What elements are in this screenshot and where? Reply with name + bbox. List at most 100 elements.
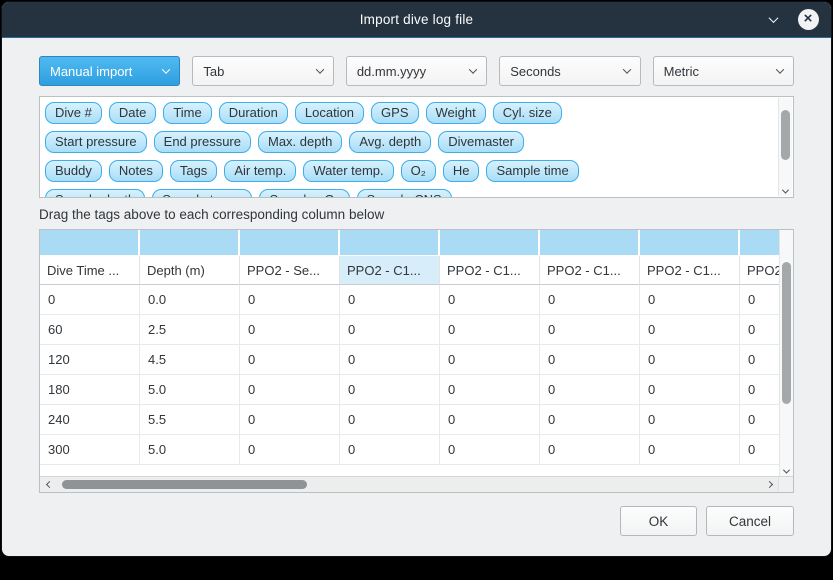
cancel-button[interactable]: Cancel <box>706 506 794 536</box>
drop-target-cell[interactable] <box>440 230 540 256</box>
dialog-buttons: OK Cancel <box>39 506 794 536</box>
scroll-down-arrow[interactable] <box>780 469 793 474</box>
chevron-down-icon <box>469 65 477 73</box>
table-cell: 0 <box>440 405 540 435</box>
table-cell: 0 <box>640 375 740 405</box>
column-header[interactable]: PPO2 - C1... <box>640 256 740 285</box>
column-header[interactable]: Depth (m) <box>140 256 240 285</box>
table-cell: 0 <box>340 345 440 375</box>
scroll-down-arrow[interactable] <box>779 189 792 194</box>
window-title: Import dive log file <box>2 12 831 27</box>
drop-target-cell[interactable] <box>40 230 140 256</box>
tag-location[interactable]: Location <box>295 102 364 124</box>
table-horizontal-scrollbar[interactable] <box>40 476 793 492</box>
table-cell: 0 <box>240 315 340 345</box>
table-viewport: Dive Time ...Depth (m)PPO2 - Se...PPO2 -… <box>40 230 793 476</box>
table-cell: 0 <box>440 375 540 405</box>
table-cell: 0 <box>740 435 779 465</box>
tag-cyl-size[interactable]: Cyl. size <box>493 102 562 124</box>
tag-gps[interactable]: GPS <box>371 102 418 124</box>
preview-table: Dive Time ...Depth (m)PPO2 - Se...PPO2 -… <box>39 229 794 493</box>
tag-weight[interactable]: Weight <box>426 102 486 124</box>
tag-notes[interactable]: Notes <box>109 160 163 182</box>
tag-rows: Dive # Date Time Duration Location GPS Weight C… <box>45 102 773 198</box>
tag-water-temp[interactable]: Water temp. <box>303 160 393 182</box>
table-cell: 0 <box>740 405 779 435</box>
tag-panel: Dive # Date Time Duration Location GPS Weight C… <box>39 96 794 198</box>
table-cell: 0 <box>440 435 540 465</box>
combo-value: Tab <box>203 64 224 79</box>
drop-target-cell[interactable] <box>740 230 779 256</box>
column-header[interactable]: PPO2 - Se... <box>240 256 340 285</box>
tag-duration[interactable]: Duration <box>219 102 288 124</box>
import-options-row: Manual import Tab dd.mm.yyyy Seconds Metric <box>39 56 794 86</box>
tag-sample-depth[interactable]: Sample depth <box>45 189 145 198</box>
tag-o[interactable]: O₂ <box>401 160 436 182</box>
chevron-down-icon <box>782 187 789 194</box>
tag-avg-depth[interactable]: Avg. depth <box>349 131 431 153</box>
chevron-right-icon <box>765 481 772 488</box>
scrollbar-thumb[interactable] <box>782 262 791 404</box>
shade-button[interactable] <box>762 9 784 31</box>
tag-sample-cns[interactable]: Sample CNS <box>357 189 452 198</box>
tag-row: Buddy Notes Tags Air temp. Water temp. O₂ He Sa… <box>45 160 773 182</box>
table-row: 602.5000000 <box>40 315 779 345</box>
tag-sample-po[interactable]: Sample pO₂ <box>259 189 349 198</box>
table-cell: 0 <box>640 435 740 465</box>
table-cell: 0 <box>640 345 740 375</box>
tag-sample-temp[interactable]: Sample temp. <box>152 189 252 198</box>
close-icon: × <box>798 9 819 30</box>
tag-sample-time[interactable]: Sample time <box>486 160 578 182</box>
ok-button[interactable]: OK <box>620 506 697 536</box>
import-dive-log-dialog: Import dive log file × Manual import Tab d… <box>1 1 832 557</box>
column-header[interactable]: PPO2 - C1... <box>740 256 779 285</box>
tag-max-depth[interactable]: Max. depth <box>258 131 342 153</box>
table-cell: 2.5 <box>140 315 240 345</box>
tag-buddy[interactable]: Buddy <box>45 160 102 182</box>
scroll-left-arrow[interactable] <box>40 482 58 487</box>
column-header[interactable]: PPO2 - C1... <box>540 256 640 285</box>
table-row: 1805.0000000 <box>40 375 779 405</box>
close-button[interactable]: × <box>797 9 819 31</box>
combo-field-separator[interactable]: Tab <box>192 56 333 86</box>
tag-dive[interactable]: Dive # <box>45 102 102 124</box>
table-clip: Dive Time ...Depth (m)PPO2 - Se...PPO2 -… <box>40 230 779 476</box>
tag-date[interactable]: Date <box>109 102 156 124</box>
scrollbar-track[interactable] <box>58 477 760 492</box>
combo-units[interactable]: Metric <box>653 56 794 86</box>
drop-target-cell[interactable] <box>540 230 640 256</box>
table-cell: 0 <box>340 435 440 465</box>
titlebar-buttons: × <box>762 9 831 31</box>
table-cell: 0 <box>240 435 340 465</box>
tag-he[interactable]: He <box>443 160 480 182</box>
scroll-right-arrow[interactable] <box>760 482 778 487</box>
tag-panel-scrollbar[interactable] <box>778 98 792 196</box>
column-header[interactable]: Dive Time ... <box>40 256 140 285</box>
chevron-down-icon <box>622 65 630 73</box>
drop-target-cell[interactable] <box>140 230 240 256</box>
tag-end-pressure[interactable]: End pressure <box>154 131 251 153</box>
drop-target-cell[interactable] <box>640 230 740 256</box>
scrollbar-corner <box>778 477 793 492</box>
scrollbar-thumb[interactable] <box>781 110 790 160</box>
table-cell: 0 <box>340 375 440 405</box>
tag-air-temp[interactable]: Air temp. <box>224 160 296 182</box>
table-cell: 0 <box>640 285 740 315</box>
combo-import-mode[interactable]: Manual import <box>39 56 180 86</box>
drop-target-cell[interactable] <box>240 230 340 256</box>
table-cell: 0 <box>340 315 440 345</box>
tag-divemaster[interactable]: Divemaster <box>438 131 524 153</box>
chevron-down-icon <box>768 13 778 23</box>
tag-tags[interactable]: Tags <box>170 160 217 182</box>
column-header[interactable]: PPO2 - C1... <box>440 256 540 285</box>
combo-duration-format[interactable]: Seconds <box>499 56 640 86</box>
table-cell: 240 <box>40 405 140 435</box>
tag-time[interactable]: Time <box>163 102 211 124</box>
table-vertical-scrollbar[interactable] <box>779 230 793 476</box>
tag-start-pressure[interactable]: Start pressure <box>45 131 147 153</box>
drop-target-cell[interactable] <box>340 230 440 256</box>
titlebar[interactable]: Import dive log file × <box>2 2 831 38</box>
combo-date-format[interactable]: dd.mm.yyyy <box>346 56 487 86</box>
scrollbar-thumb[interactable] <box>62 480 307 489</box>
column-header[interactable]: PPO2 - C1... <box>340 256 440 285</box>
